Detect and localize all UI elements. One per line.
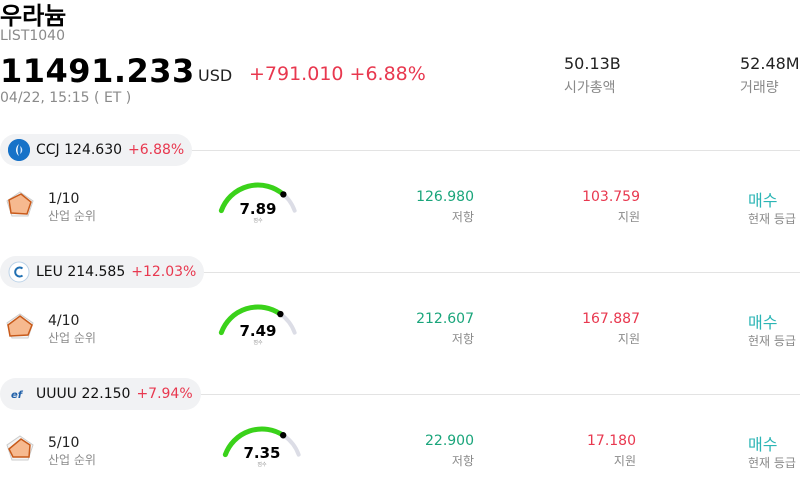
price-change: +791.010 +6.88% (249, 63, 426, 85)
stock-chip-leu[interactable]: LEU 214.585 +12.03% (0, 256, 205, 288)
index-price: 11491.233 (0, 52, 195, 90)
resistance-label: 저항 (451, 332, 474, 346)
section-divider (202, 272, 800, 273)
rating-buy[interactable]: 매수 (748, 431, 777, 455)
support-label: 지원 (617, 210, 640, 224)
index-code: LIST1040 (0, 28, 65, 44)
svg-text:ef: ef (11, 390, 24, 401)
radar-chart-icon (6, 435, 34, 465)
timestamp: 04/22, 15:15 ( ET ) (0, 90, 132, 106)
score-gauge: 7.35 점수 (219, 424, 305, 472)
score-value: 7.89 (239, 200, 277, 218)
section-divider (198, 394, 800, 395)
volume-value: 52.48M (740, 54, 800, 73)
section-divider (190, 150, 800, 151)
resistance-value: 212.607 (416, 311, 474, 327)
radar-chart-icon (6, 191, 34, 221)
industry-rank-label: 산업 순위 (48, 331, 96, 345)
support-label: 지원 (613, 454, 636, 468)
gauge-marker (277, 310, 284, 318)
energy-fuels-logo-icon: ef (8, 383, 30, 405)
stock-change-pct: +6.88% (128, 142, 185, 158)
volume-label: 거래량 (740, 80, 779, 96)
market-cap-value: 50.13B (564, 54, 621, 73)
stock-change-pct: +7.94% (136, 386, 193, 402)
stock-change-pct: +12.03% (131, 264, 197, 280)
industry-rank: 4/10 (48, 313, 80, 329)
rating-buy[interactable]: 매수 (748, 187, 777, 211)
score-gauge: 7.49 점수 (215, 302, 301, 350)
industry-rank-label: 산업 순위 (48, 209, 96, 223)
resistance-label: 저항 (451, 210, 474, 224)
stock-ticker-price: UUUU 22.150 (36, 386, 131, 402)
page-title: 우라늄 (0, 2, 67, 30)
support-value: 103.759 (582, 189, 640, 205)
score-value: 7.35 (243, 444, 281, 462)
rating-buy[interactable]: 매수 (748, 309, 777, 333)
radar-chart-icon (6, 313, 34, 343)
industry-rank: 1/10 (48, 191, 80, 207)
stock-ticker-price: LEU 214.585 (36, 264, 126, 280)
score-gauge: 7.89 점수 (215, 180, 301, 228)
support-label: 지원 (617, 332, 640, 346)
score-label: 점수 (253, 218, 263, 224)
rating-label: 현재 등급 (748, 212, 796, 226)
market-cap-label: 시가총액 (564, 80, 616, 96)
currency-label: USD (198, 66, 233, 85)
industry-rank-label: 산업 순위 (48, 453, 96, 467)
score-label: 점수 (253, 340, 263, 346)
resistance-value: 22.900 (425, 433, 474, 449)
stock-chip-ccj[interactable]: CCJ 124.630 +6.88% (0, 134, 193, 166)
cameco-logo-icon (8, 139, 30, 161)
stock-ticker-price: CCJ 124.630 (36, 142, 123, 158)
gauge-marker (280, 191, 287, 198)
resistance-value: 126.980 (416, 189, 474, 205)
support-value: 17.180 (587, 433, 636, 449)
resistance-label: 저항 (451, 454, 474, 468)
rating-label: 현재 등급 (748, 334, 796, 348)
rating-label: 현재 등급 (748, 456, 796, 470)
score-value: 7.49 (239, 322, 277, 340)
gauge-marker (279, 432, 287, 439)
industry-rank: 5/10 (48, 435, 80, 451)
stock-chip-uuuu[interactable]: ef UUUU 22.150 +7.94% (0, 378, 201, 410)
support-value: 167.887 (582, 311, 640, 327)
score-label: 점수 (257, 462, 267, 468)
centrus-logo-icon (8, 261, 30, 283)
